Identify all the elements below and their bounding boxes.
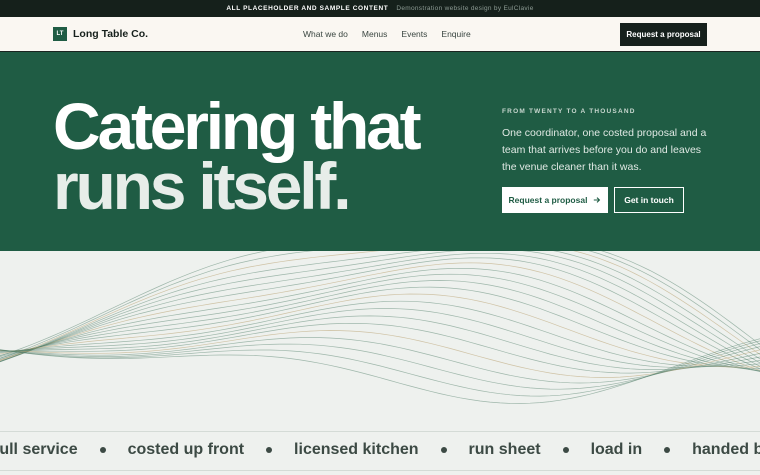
request-proposal-button[interactable]: Request a proposal <box>620 23 707 46</box>
hero-section: Catering that runs itself. FROM TWENTY T… <box>0 52 760 251</box>
wave-line <box>0 343 760 390</box>
main-nav: What we do Menus Events Enquire <box>303 29 471 39</box>
wave-line <box>0 251 760 364</box>
nav-item-menus[interactable]: Menus <box>362 29 388 39</box>
arrow-right-icon <box>594 197 601 203</box>
bullet-dot-icon <box>266 447 273 453</box>
bullet-dot-icon <box>440 447 447 453</box>
announcement-bar: ALL PLACEHOLDER AND SAMPLE CONTENT Demon… <box>0 0 760 17</box>
wave-line <box>0 293 760 368</box>
wave-line <box>0 267 760 372</box>
ticker-item: handed back <box>692 441 760 458</box>
brand-name: Long Table Co. <box>73 28 149 40</box>
bullet-dot-icon <box>99 447 106 453</box>
ticker-item: load in <box>590 441 643 458</box>
wave-lines-graphic <box>0 251 760 404</box>
hero-headline-line-1: Catering that <box>53 89 422 163</box>
hero-eyebrow: FROM TWENTY TO A THOUSAND <box>502 108 636 115</box>
wave-line <box>0 337 760 384</box>
ticker-item: costed up front <box>127 441 245 458</box>
bullet-dot-icon <box>664 447 671 453</box>
ticker-item: run sheet <box>468 441 541 458</box>
ticker-item: full service <box>0 441 78 458</box>
nav-item-events[interactable]: Events <box>401 29 427 39</box>
wave-line <box>0 340 760 397</box>
wave-line <box>0 257 760 370</box>
hero-request-proposal-label: Request a proposal <box>508 195 588 205</box>
brand-logo[interactable]: LT Long Table Co. <box>53 27 148 41</box>
logo-mark-icon: LT <box>53 27 67 41</box>
hero-headline-line-2: runs itself. <box>53 149 352 223</box>
hero-headline: Catering that runs itself. <box>53 89 473 223</box>
wave-line <box>0 251 760 357</box>
services-ticker: full service costed up front licensed ki… <box>0 431 760 471</box>
decorative-wave-lines <box>0 251 760 431</box>
nav-item-enquire[interactable]: Enquire <box>441 29 470 39</box>
announcement-label: ALL PLACEHOLDER AND SAMPLE CONTENT <box>226 5 389 12</box>
wave-line <box>0 330 760 378</box>
announcement-credit: Demonstration website design by EulClavi… <box>396 5 534 12</box>
ticker-item: licensed kitchen <box>294 441 419 458</box>
bullet-dot-icon <box>562 447 569 453</box>
ticker-track: full service costed up front licensed ki… <box>0 441 760 459</box>
hero-request-proposal-button[interactable]: Request a proposal <box>502 187 608 213</box>
wave-line <box>0 251 760 362</box>
hero-description: One coordinator, one costed proposal and… <box>502 127 707 173</box>
site-header: LT Long Table Co. What we do Menus Event… <box>0 17 760 52</box>
nav-item-what-we-do[interactable]: What we do <box>303 29 348 39</box>
get-in-touch-button[interactable]: Get in touch <box>614 187 684 213</box>
